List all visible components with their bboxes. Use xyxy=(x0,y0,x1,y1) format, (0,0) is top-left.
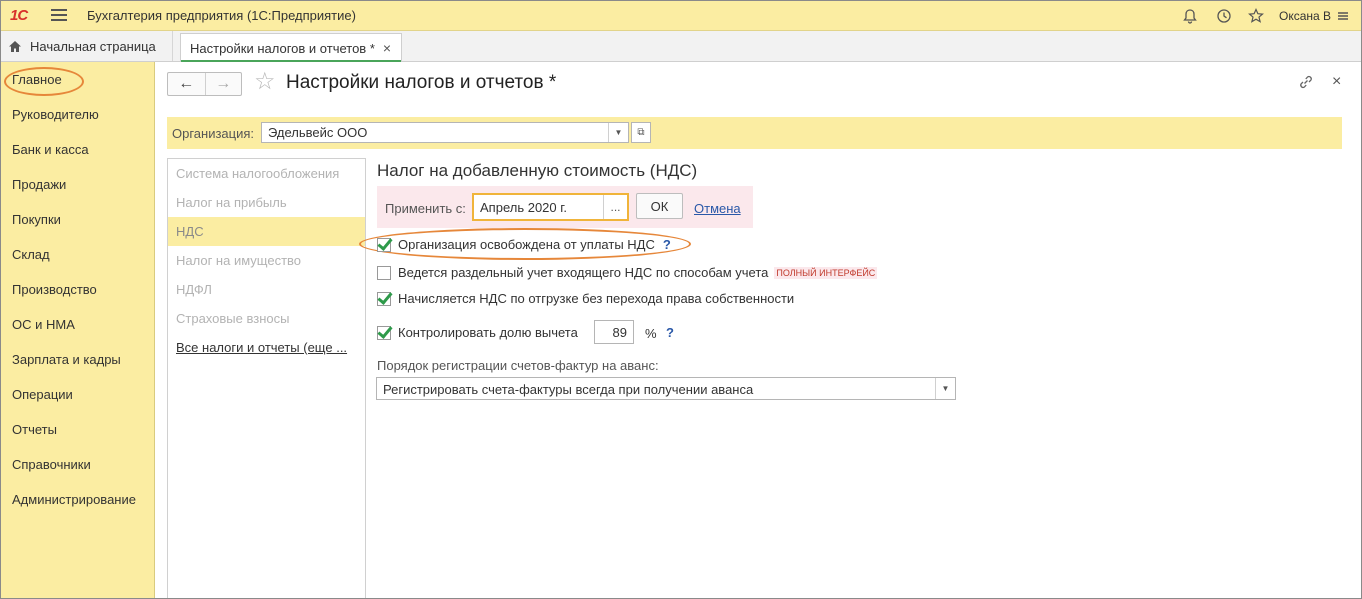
sidebar-item-manager[interactable]: Руководителю xyxy=(12,107,99,122)
apply-from-box: Применить с: Апрель 2020 г. ... ОК Отмен… xyxy=(377,186,753,228)
sidebar-item-warehouse[interactable]: Склад xyxy=(12,247,50,262)
control-share-label[interactable]: Контролировать долю вычета xyxy=(398,325,578,340)
sidebar: Главное Руководителю Банк и касса Продаж… xyxy=(1,62,155,598)
sidebar-item-admin[interactable]: Администрирование xyxy=(12,492,136,507)
title-bar: 1С Бухгалтерия предприятия (1С:Предприят… xyxy=(1,1,1361,31)
app-logo: 1С xyxy=(10,7,28,24)
separate-accounting-row: Ведется раздельный учет входящего НДС по… xyxy=(377,265,878,280)
sidebar-item-sales[interactable]: Продажи xyxy=(12,177,66,192)
apply-date-field[interactable]: Апрель 2020 г. ... xyxy=(472,193,629,221)
section-list: Система налогообложения Налог на прибыль… xyxy=(167,158,366,598)
back-arrow-icon[interactable]: ← xyxy=(168,73,205,95)
user-name[interactable]: Оксана В xyxy=(1279,9,1331,23)
section-item-all-taxes[interactable]: Все налоги и отчеты (еще ... xyxy=(168,333,365,362)
control-share-checkbox[interactable] xyxy=(377,325,391,340)
ok-button[interactable]: ОК xyxy=(636,193,683,219)
sidebar-item-assets[interactable]: ОС и НМА xyxy=(12,317,75,332)
main-panel: ← → ☆ Настройки налогов и отчетов * × Ор… xyxy=(156,62,1360,598)
help-icon[interactable]: ? xyxy=(663,237,671,252)
dropdown-arrow-icon[interactable]: ▼ xyxy=(935,378,955,399)
apply-from-label: Применить с: xyxy=(385,201,466,216)
invoice-order-label: Порядок регистрации счетов-фактур на ава… xyxy=(377,358,659,373)
chevron-down-icon[interactable] xyxy=(1333,6,1353,26)
org-label: Организация: xyxy=(172,126,255,141)
dropdown-arrow-icon[interactable]: ▼ xyxy=(608,123,628,142)
app-title: Бухгалтерия предприятия (1С:Предприятие) xyxy=(87,8,356,23)
cancel-link[interactable]: Отмена xyxy=(694,201,741,216)
date-picker-button[interactable]: ... xyxy=(603,195,627,219)
section-item-tax-system[interactable]: Система налогообложения xyxy=(168,159,365,188)
bell-icon[interactable] xyxy=(1180,6,1200,26)
close-icon[interactable]: × xyxy=(1332,73,1341,91)
separate-accounting-label[interactable]: Ведется раздельный учет входящего НДС по… xyxy=(398,265,768,280)
tab-tax-settings-label: Настройки налогов и отчетов * xyxy=(190,40,375,56)
sidebar-item-main[interactable]: Главное xyxy=(12,72,62,87)
tab-home[interactable]: Начальная страница xyxy=(1,31,173,61)
section-item-profit-tax[interactable]: Налог на прибыль xyxy=(168,188,365,217)
sidebar-item-payroll[interactable]: Зарплата и кадры xyxy=(12,352,121,367)
star-icon[interactable] xyxy=(1246,6,1266,26)
invoice-order-value: Регистрировать счета-фактуры всегда при … xyxy=(383,382,754,397)
sidebar-item-catalogs[interactable]: Справочники xyxy=(12,457,91,472)
control-share-value: 89 xyxy=(612,325,627,340)
percent-sign: % xyxy=(645,326,657,341)
vat-exempt-checkbox[interactable] xyxy=(377,237,391,252)
separate-accounting-checkbox[interactable] xyxy=(377,265,391,280)
sidebar-item-reports[interactable]: Отчеты xyxy=(12,422,57,437)
tab-home-label: Начальная страница xyxy=(30,38,156,54)
sidebar-item-bank[interactable]: Банк и касса xyxy=(12,142,89,157)
sidebar-item-production[interactable]: Производство xyxy=(12,282,97,297)
tabs-bar: Начальная страница Настройки налогов и о… xyxy=(1,31,1361,62)
section-item-insurance[interactable]: Страховые взносы xyxy=(168,304,365,333)
control-share-row: Контролировать долю вычета xyxy=(377,325,578,340)
sidebar-item-operations[interactable]: Операции xyxy=(12,387,73,402)
favorite-star-icon[interactable]: ☆ xyxy=(254,70,276,94)
vat-exempt-row: Организация освобождена от уплаты НДС ? xyxy=(377,237,671,252)
tab-close-icon[interactable]: × xyxy=(383,40,391,56)
vat-exempt-label[interactable]: Организация освобождена от уплаты НДС xyxy=(398,237,655,252)
org-value: Эдельвейс ООО xyxy=(268,125,368,140)
open-org-icon[interactable]: ⧉ xyxy=(631,122,651,143)
nav-buttons: ← → xyxy=(167,72,242,96)
apply-date-value: Апрель 2020 г. xyxy=(480,200,568,215)
shipment-vat-row: Начисляется НДС по отгрузке без перехода… xyxy=(377,291,794,306)
full-interface-badge: полный интерфейс xyxy=(774,266,878,279)
control-share-input[interactable]: 89 xyxy=(594,320,634,344)
org-select[interactable]: Эдельвейс ООО ▼ xyxy=(261,122,629,143)
section-item-property-tax[interactable]: Налог на имущество xyxy=(168,246,365,275)
tab-tax-settings[interactable]: Настройки налогов и отчетов * × xyxy=(180,33,402,62)
page-title: Настройки налогов и отчетов * xyxy=(286,72,557,93)
invoice-order-select[interactable]: Регистрировать счета-фактуры всегда при … xyxy=(376,377,956,400)
home-icon xyxy=(9,40,21,52)
history-icon[interactable] xyxy=(1214,6,1234,26)
sidebar-item-purchases[interactable]: Покупки xyxy=(12,212,61,227)
shipment-vat-checkbox[interactable] xyxy=(377,291,391,306)
shipment-vat-label[interactable]: Начисляется НДС по отгрузке без перехода… xyxy=(398,291,794,306)
link-icon[interactable] xyxy=(1298,74,1314,95)
menu-icon[interactable] xyxy=(51,9,67,21)
control-help-icon[interactable]: ? xyxy=(666,325,674,340)
section-title: Налог на добавленную стоимость (НДС) xyxy=(377,161,698,180)
forward-arrow-icon[interactable]: → xyxy=(204,73,242,95)
section-item-vat[interactable]: НДС xyxy=(168,217,365,246)
section-item-ndfl[interactable]: НДФЛ xyxy=(168,275,365,304)
org-bar: Организация: Эдельвейс ООО ▼ ⧉ xyxy=(167,117,1342,149)
